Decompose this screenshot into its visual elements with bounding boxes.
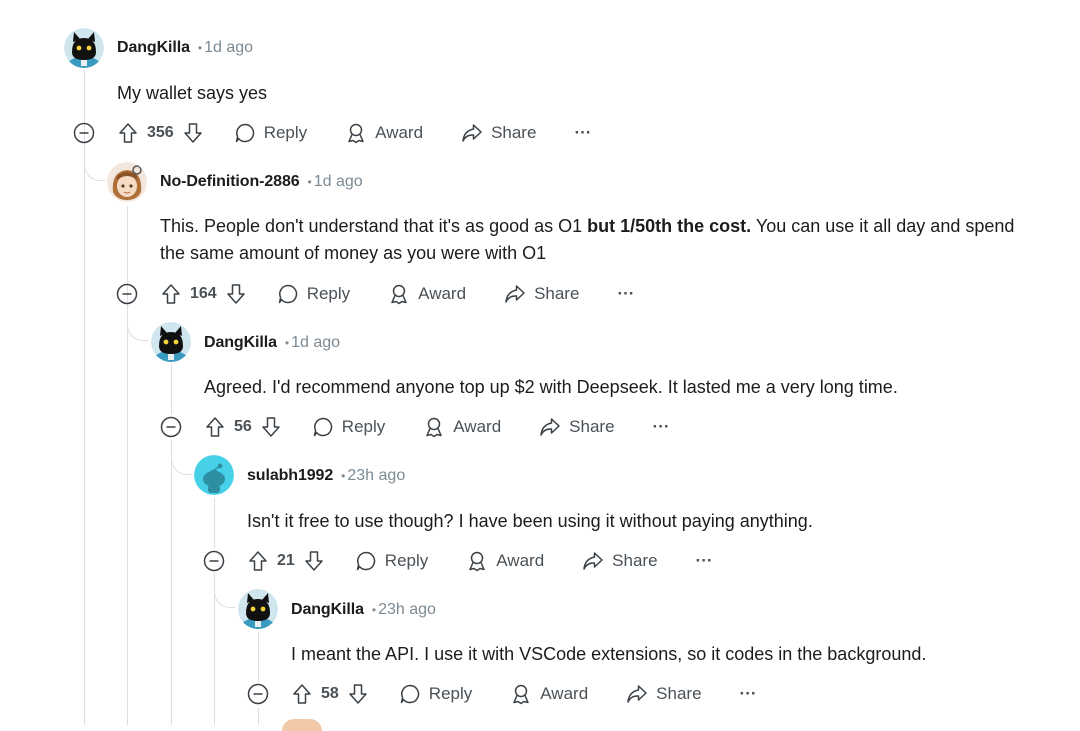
separator-dot: •: [371, 603, 377, 617]
reply-button[interactable]: Reply: [399, 683, 472, 705]
username[interactable]: DangKilla: [291, 601, 364, 618]
more-options-button[interactable]: ···: [740, 684, 757, 704]
avatar[interactable]: [64, 28, 104, 68]
vote-count: 56: [234, 418, 252, 435]
more-options-button[interactable]: ···: [696, 551, 713, 571]
upvote-icon[interactable]: [117, 122, 139, 144]
more-options-button[interactable]: ···: [574, 123, 591, 143]
award-icon: [345, 122, 367, 144]
username[interactable]: DangKilla: [204, 334, 277, 351]
timestamp[interactable]: 1d ago: [314, 173, 363, 190]
award-icon: [388, 283, 410, 305]
upvote-icon[interactable]: [247, 550, 269, 572]
share-button[interactable]: Share: [582, 550, 658, 572]
collapse-icon[interactable]: [116, 283, 138, 305]
vote-count: 21: [277, 552, 295, 569]
timestamp[interactable]: 23h ago: [378, 601, 436, 618]
share-button[interactable]: Share: [461, 122, 536, 144]
comment-body: This. People don't understand that it's …: [160, 213, 1040, 267]
downvote-icon[interactable]: [303, 550, 325, 572]
thread-connector: [171, 452, 192, 475]
vote-count: 58: [321, 685, 339, 702]
share-button[interactable]: Share: [626, 683, 702, 705]
comment-icon: [399, 683, 421, 705]
dark-cat-avatar-icon: [238, 589, 278, 629]
vote-count: 164: [190, 285, 217, 302]
avatar[interactable]: [107, 162, 147, 202]
comment-icon: [277, 283, 299, 305]
separator-dot: •: [341, 469, 346, 483]
separator-dot: •: [284, 336, 290, 350]
award-button[interactable]: Award: [345, 122, 423, 144]
comment-icon: [312, 416, 334, 438]
share-icon: [461, 122, 483, 144]
downvote-icon[interactable]: [260, 416, 282, 438]
downvote-icon[interactable]: [347, 683, 369, 705]
separator-dot: •: [307, 175, 312, 189]
thread-line: [171, 364, 172, 414]
more-options-button[interactable]: ···: [653, 417, 670, 437]
share-icon: [539, 416, 561, 438]
comment-icon: [355, 550, 377, 572]
award-button[interactable]: Award: [466, 550, 544, 572]
share-button[interactable]: Share: [539, 416, 615, 438]
timestamp[interactable]: 1d ago: [291, 334, 340, 351]
anime-girl-avatar-icon: [107, 162, 147, 202]
collapse-icon[interactable]: [73, 122, 95, 144]
comment-text: This. People don't understand that it's …: [160, 216, 588, 236]
award-button[interactable]: Award: [423, 416, 501, 438]
thread-line: [171, 440, 172, 725]
username[interactable]: No-Definition-2886: [160, 173, 300, 190]
thread-connector: [214, 585, 235, 608]
timestamp[interactable]: 1d ago: [204, 39, 253, 56]
collapse-icon[interactable]: [160, 416, 182, 438]
separator-dot: •: [197, 41, 203, 55]
award-button[interactable]: Award: [510, 683, 588, 705]
username[interactable]: DangKilla: [117, 39, 190, 56]
comment-body: My wallet says yes: [117, 83, 268, 103]
thread-connector: [127, 318, 148, 341]
upvote-icon[interactable]: [160, 283, 182, 305]
thread-line: [258, 708, 259, 725]
avatar[interactable]: [194, 455, 234, 495]
comment-body: Agreed. I'd recommend anyone top up $2 w…: [204, 377, 898, 397]
award-button[interactable]: Award: [388, 283, 466, 305]
award-icon: [466, 550, 488, 572]
share-button[interactable]: Share: [504, 283, 579, 305]
award-icon: [510, 683, 532, 705]
reply-button[interactable]: Reply: [312, 416, 385, 438]
share-icon: [626, 683, 648, 705]
upvote-icon[interactable]: [291, 683, 313, 705]
award-icon: [423, 416, 445, 438]
reply-button[interactable]: Reply: [355, 550, 428, 572]
downvote-icon[interactable]: [225, 283, 247, 305]
avatar[interactable]: [151, 322, 191, 362]
thread-line: [214, 498, 215, 548]
share-icon: [582, 550, 604, 572]
next-reply-avatar[interactable]: [282, 719, 322, 731]
more-options-button[interactable]: ···: [617, 284, 634, 304]
timestamp[interactable]: 23h ago: [347, 467, 405, 484]
collapse-icon[interactable]: [203, 550, 225, 572]
reply-button[interactable]: Reply: [277, 283, 350, 305]
downvote-icon[interactable]: [182, 122, 204, 144]
upvote-icon[interactable]: [204, 416, 226, 438]
reply-button[interactable]: Reply: [234, 122, 307, 144]
dark-cat-avatar-icon: [151, 322, 191, 362]
comment-body: Isn't it free to use though? I have been…: [247, 511, 813, 531]
share-icon: [504, 283, 526, 305]
dark-cat-avatar-icon: [64, 28, 104, 68]
avatar[interactable]: [238, 589, 278, 629]
comment-body: I meant the API. I use it with VSCode ex…: [291, 644, 927, 664]
comment-icon: [234, 122, 256, 144]
comment-text-bold: but 1/50th the cost.: [587, 216, 752, 236]
snoo-avatar-icon: [194, 455, 234, 495]
username[interactable]: sulabh1992: [247, 467, 333, 484]
vote-count: 356: [147, 124, 174, 141]
collapse-icon[interactable]: [247, 683, 269, 705]
thread-connector: [84, 158, 105, 181]
thread-line: [258, 632, 259, 682]
